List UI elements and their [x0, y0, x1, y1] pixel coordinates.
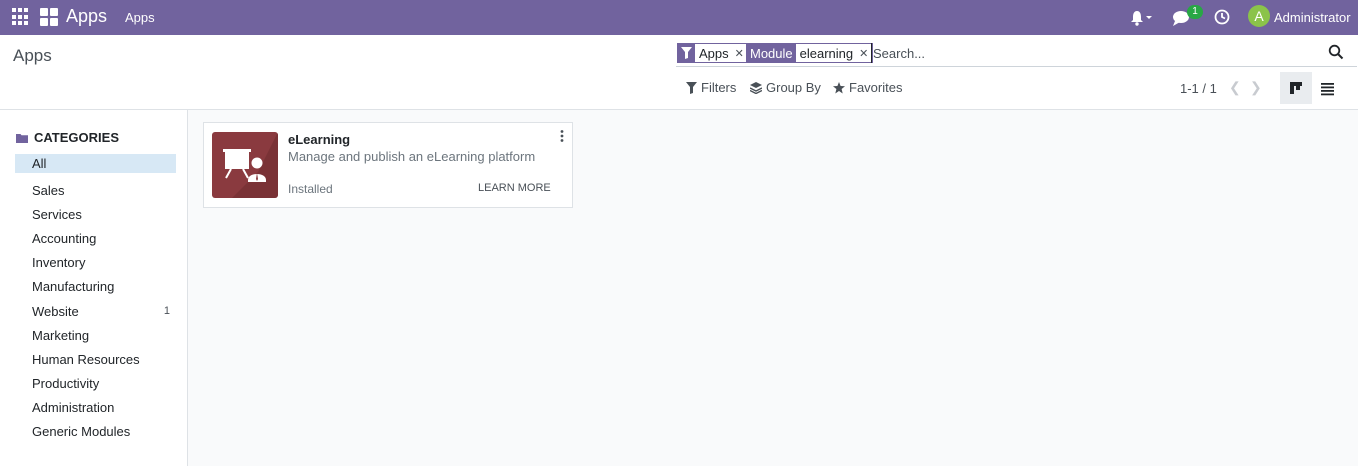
categories-header: CATEGORIES: [16, 130, 119, 145]
learn-more-button[interactable]: LEARN MORE: [478, 182, 551, 194]
pager-previous-icon[interactable]: ❮: [1229, 79, 1241, 96]
category-label: Services: [32, 206, 82, 222]
search-icon[interactable]: [1328, 44, 1344, 60]
category-label: Marketing: [32, 327, 90, 343]
category-item-human-resources[interactable]: Human Resources: [15, 347, 176, 371]
top-navbar: Apps Apps 1 A Administrator: [0, 0, 1358, 35]
pager-next-icon[interactable]: ❯: [1250, 79, 1262, 96]
category-label: Productivity: [32, 376, 100, 392]
category-list: All Sales Services Accounting Inventory …: [15, 154, 176, 444]
category-item-accounting[interactable]: Accounting: [15, 226, 176, 250]
category-item-inventory[interactable]: Inventory: [15, 251, 176, 275]
category-label: All: [32, 156, 47, 171]
category-item-services[interactable]: Services: [15, 202, 176, 226]
elearning-icon: [212, 132, 278, 198]
facet-value: Apps: [695, 44, 733, 62]
category-label: Website: [32, 303, 79, 319]
folder-icon: [16, 133, 28, 143]
filter-icon: [678, 44, 695, 62]
activity-clock-icon[interactable]: [1214, 9, 1230, 25]
list-view-button[interactable]: [1312, 72, 1344, 104]
search-bar: Apps ✕ Module elearning ✕: [676, 41, 1357, 67]
category-label: Generic Modules: [32, 424, 131, 440]
facet-value: elearning: [795, 44, 858, 62]
search-facet-apps: Apps ✕: [677, 43, 749, 63]
category-count: 1: [163, 305, 170, 318]
category-label: Manufacturing: [32, 279, 115, 295]
category-label: Inventory: [32, 255, 86, 271]
category-item-marketing[interactable]: Marketing: [15, 323, 176, 347]
card-menu-dots-icon[interactable]: [558, 129, 566, 143]
menu-item-apps[interactable]: Apps: [125, 10, 155, 25]
category-item-generic-modules[interactable]: Generic Modules: [15, 420, 176, 444]
apps-module-icon: [40, 8, 58, 26]
user-name[interactable]: Administrator: [1274, 10, 1351, 25]
control-panel: Apps Apps ✕ Module elearning ✕ Filters: [0, 35, 1358, 110]
kanban-view-button[interactable]: [1280, 72, 1312, 104]
favorites-button[interactable]: Favorites: [833, 80, 902, 95]
category-item-manufacturing[interactable]: Manufacturing: [15, 275, 176, 299]
star-icon: [833, 81, 845, 93]
group-by-button[interactable]: Group By: [750, 80, 821, 95]
layers-icon: [750, 81, 762, 94]
category-label: Accounting: [32, 230, 97, 246]
list-icon: [1321, 83, 1334, 96]
category-item-website[interactable]: Website 1: [15, 299, 176, 323]
chat-count-badge: 1: [1187, 5, 1203, 19]
app-brand[interactable]: Apps: [66, 6, 107, 27]
category-item-all[interactable]: All: [15, 154, 176, 173]
search-input[interactable]: [871, 43, 1311, 63]
category-item-sales[interactable]: Sales: [15, 178, 176, 202]
filter-icon: [686, 81, 697, 94]
user-avatar[interactable]: A: [1248, 5, 1270, 27]
app-description: Manage and publish an eLearning platform: [288, 149, 536, 164]
page-title: Apps: [13, 46, 52, 65]
filters-button[interactable]: Filters: [686, 80, 736, 95]
home-menu-icon[interactable]: [12, 8, 30, 26]
facet-label: Module: [747, 44, 796, 62]
app-card-elearning[interactable]: eLearning Manage and publish an eLearnin…: [203, 122, 573, 208]
notification-bell-icon[interactable]: [1130, 9, 1154, 27]
search-facet-module: Module elearning ✕: [746, 43, 874, 63]
favorites-label: Favorites: [849, 80, 903, 95]
app-status: Installed: [288, 182, 333, 196]
filters-label: Filters: [701, 80, 737, 95]
app-title: eLearning: [288, 132, 351, 147]
category-label: Sales: [32, 182, 65, 198]
group-by-label: Group By: [766, 80, 821, 95]
categories-title: CATEGORIES: [34, 130, 119, 145]
category-item-administration[interactable]: Administration: [15, 396, 176, 420]
categories-sidebar: CATEGORIES All Sales Services Accounting…: [0, 110, 188, 466]
category-label: Human Resources: [32, 351, 140, 367]
pager-value[interactable]: 1-1 / 1: [1180, 81, 1217, 96]
category-label: Administration: [32, 400, 115, 416]
kanban-icon: [1290, 82, 1302, 94]
category-item-productivity[interactable]: Productivity: [15, 372, 176, 396]
